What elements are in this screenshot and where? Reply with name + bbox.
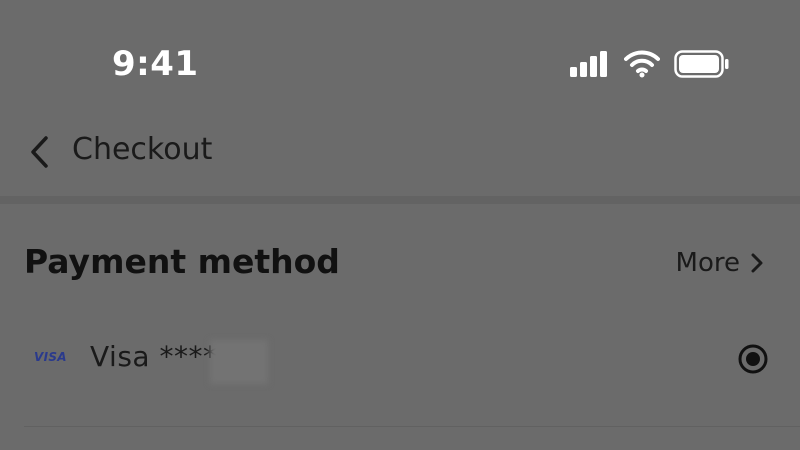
page-title: Checkout	[72, 132, 213, 167]
chevron-right-icon	[751, 253, 763, 273]
redacted-card-number	[210, 340, 268, 384]
status-time: 9:41	[112, 44, 199, 84]
payment-method-row[interactable]: VISA Visa ****	[0, 326, 800, 396]
nav-divider	[0, 196, 800, 204]
card-label: Visa ****	[90, 340, 218, 373]
battery-icon	[674, 50, 729, 78]
back-button[interactable]	[24, 132, 54, 172]
signal-icon	[570, 51, 607, 77]
wifi-icon	[624, 50, 660, 78]
nav-bar: Checkout	[0, 110, 800, 198]
status-bar: 9:41	[0, 0, 800, 110]
more-button[interactable]: More	[676, 248, 764, 278]
more-label: More	[675, 248, 740, 278]
payment-section-header: Payment method More	[0, 228, 800, 298]
row-divider	[24, 426, 800, 427]
checkout-screen: 9:41 Checkout Payment method More VISA V…	[0, 0, 800, 450]
radio-selected-icon[interactable]	[738, 344, 768, 374]
chevron-left-icon	[31, 136, 48, 168]
section-title: Payment method	[24, 242, 340, 281]
status-icons	[570, 50, 730, 78]
visa-logo: VISA	[34, 350, 67, 364]
